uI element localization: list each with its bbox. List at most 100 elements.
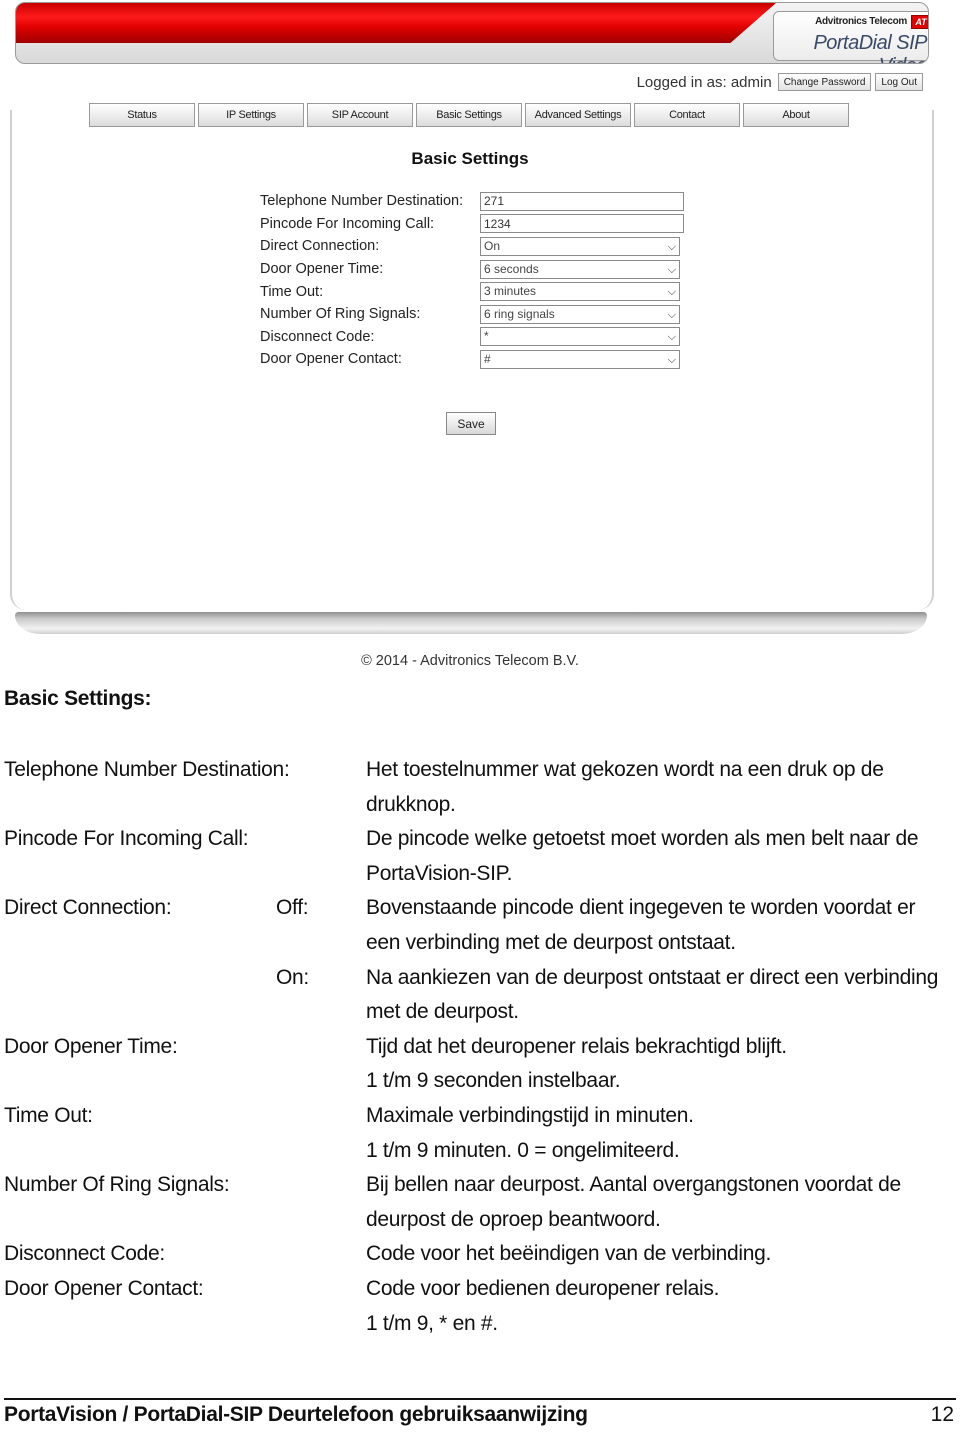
field-label: Time Out: [260, 283, 324, 300]
session-bar: Logged in as: admin Change Password Log … [637, 73, 923, 91]
field-label: Door Opener Contact: [260, 351, 402, 368]
footer-divider [4, 1398, 956, 1400]
disconnect-code-select[interactable]: * ⌵ [480, 327, 680, 347]
description-term: Door Opener Time: [4, 1034, 178, 1058]
description-line: PortaVision-SIP. [4, 859, 960, 894]
description-text: Code voor het beëindigen van de verbindi… [366, 1242, 772, 1266]
direct-connection-select[interactable]: On ⌵ [480, 236, 680, 256]
chevron-down-icon: ⌵ [667, 353, 676, 366]
chevron-down-icon: ⌵ [667, 240, 676, 253]
door-opener-time-select[interactable]: 6 seconds ⌵ [480, 259, 680, 279]
description-option: On: [276, 965, 309, 989]
tab-ip-settings[interactable]: IP Settings [198, 103, 304, 127]
description-line: met de deurpost. [4, 997, 960, 1032]
page-number: 12 [930, 1403, 954, 1426]
app-header: Advitronics Telecom AT PortaDial SIP Vid… [15, 2, 929, 64]
description-line: Number Of Ring Signals: Bij bellen naar d… [4, 1170, 960, 1205]
main-nav: Status IP Settings SIP Account Basic Set… [89, 103, 849, 127]
tab-advanced-settings[interactable]: Advanced Settings [525, 103, 631, 127]
ring-signals-select[interactable]: 6 ring signals ⌵ [480, 304, 680, 324]
description-line: Pincode For Incoming Call: De pincode wel… [4, 824, 960, 859]
field-label: Telephone Number Destination: [260, 193, 464, 210]
description-text: 1 t/m 9 seconden instelbaar. [366, 1069, 621, 1093]
description-term: Pincode For Incoming Call: [4, 827, 249, 851]
company-badge-icon: AT [911, 15, 928, 29]
panel-footer-bar [15, 612, 927, 634]
field-door-opener-contact: Door Opener Contact: # ⌵ [260, 348, 684, 371]
description-line: 1 t/m 9 minuten. 0 = ongelimiteerd. [4, 1136, 960, 1171]
field-door-opener-time: Door Opener Time: 6 seconds ⌵ [260, 258, 684, 281]
field-direct-connection: Direct Connection: On ⌵ [260, 235, 684, 258]
field-label: Disconnect Code: [260, 328, 375, 345]
chevron-down-icon: ⌵ [667, 308, 676, 321]
field-label: Pincode For Incoming Call: [260, 215, 435, 232]
logged-in-label: Logged in as: admin [636, 73, 772, 91]
select-value: 6 seconds [484, 261, 539, 276]
description-text: Bij bellen naar deurpost. Aantal overgan… [366, 1173, 901, 1197]
field-label: Direct Connection: [260, 238, 380, 255]
product-name: PortaDial SIP Video [813, 32, 927, 63]
description-text: Bovenstaande pincode dient ingegeven te … [366, 896, 916, 920]
tab-status[interactable]: Status [89, 103, 195, 127]
description-text: 1 t/m 9 minuten. 0 = ongelimiteerd. [366, 1138, 680, 1162]
brand-logo: Advitronics Telecom AT PortaDial SIP Vid… [773, 11, 928, 63]
change-password-button[interactable]: Change Password [777, 73, 872, 91]
save-button[interactable]: Save [446, 412, 496, 435]
description-term: Number Of Ring Signals: [4, 1173, 230, 1197]
description-text: Tijd dat het deuropener relais bekrachti… [366, 1034, 787, 1058]
description-text: Na aankiezen van de deurpost ontstaat er… [366, 965, 939, 989]
select-value: # [484, 351, 491, 366]
description-term: Door Opener Contact: [4, 1276, 204, 1300]
description-term: Telephone Number Destination: [4, 758, 290, 781]
description-line: deurpost de oproep beantwoord. [4, 1205, 960, 1240]
chevron-down-icon: ⌵ [667, 263, 676, 276]
time-out-select[interactable]: 3 minutes ⌵ [480, 282, 680, 302]
description-term: Disconnect Code: [4, 1242, 165, 1266]
field-time-out: Time Out: 3 minutes ⌵ [260, 280, 684, 303]
description-text: drukknop. [366, 792, 456, 816]
description-line: On: Na aankiezen van de deurpost ontstaat… [4, 963, 960, 998]
section-heading: Basic Settings: [4, 687, 152, 710]
telephone-number-input[interactable] [480, 191, 684, 211]
tab-basic-settings[interactable]: Basic Settings [416, 103, 522, 127]
field-pincode-incoming-call: Pincode For Incoming Call: [260, 213, 684, 236]
logout-button[interactable]: Log Out [875, 73, 923, 91]
tab-about[interactable]: About [743, 103, 849, 127]
field-label: Door Opener Time: [260, 261, 384, 278]
description-line: 1 t/m 9, * en #. [4, 1309, 960, 1344]
settings-description-list: Telephone Number Destination: Het toestel… [4, 755, 960, 1343]
description-text: PortaVision-SIP. [366, 861, 513, 885]
description-line: Telephone Number Destination: Het toestel… [4, 755, 960, 790]
chevron-down-icon: ⌵ [667, 331, 676, 344]
copyright-text: © 2014 - Advitronics Telecom B.V. [361, 653, 579, 669]
description-option: Off: [276, 896, 309, 920]
document-footer-title: PortaVision / PortaDial-SIP Deurtelefoon… [4, 1403, 588, 1426]
description-line: 1 t/m 9 seconden instelbaar. [4, 1066, 960, 1101]
field-disconnect-code: Disconnect Code: * ⌵ [260, 326, 684, 349]
tab-sip-account[interactable]: SIP Account [307, 103, 413, 127]
tab-contact[interactable]: Contact [634, 103, 740, 127]
description-line: Door Opener Contact: Code voor bedienen d… [4, 1274, 960, 1309]
select-value: 6 ring signals [484, 306, 555, 321]
header-red-stripe [16, 3, 776, 43]
field-telephone-number-destination: Telephone Number Destination: [260, 190, 684, 213]
description-line: Door Opener Time: Tijd dat het deuropener… [4, 1032, 960, 1067]
field-label: Number Of Ring Signals: [260, 306, 421, 323]
select-value: * [484, 329, 489, 344]
description-line: een verbinding met de deurpost ontstaat. [4, 928, 960, 963]
description-text: deurpost de oproep beantwoord. [366, 1207, 661, 1231]
page-title: Basic Settings [411, 149, 529, 168]
description-term: Direct Connection: [4, 896, 172, 920]
description-text: De pincode welke getoetst moet worden al… [366, 827, 919, 851]
description-text: een verbinding met de deurpost ontstaat. [366, 930, 736, 954]
description-text: Code voor bedienen deuropener relais. [366, 1276, 720, 1300]
description-text: met de deurpost. [366, 1000, 519, 1024]
company-name: Advitronics Telecom [815, 16, 907, 27]
pincode-input[interactable] [480, 214, 684, 234]
chevron-down-icon: ⌵ [667, 286, 676, 299]
description-text: Het toestelnummer wat gekozen wordt na e… [366, 758, 884, 781]
basic-settings-form: Telephone Number Destination: Pincode Fo… [260, 190, 684, 371]
description-text: Maximale verbindingstijd in minuten. [366, 1103, 694, 1127]
door-opener-contact-select[interactable]: # ⌵ [480, 349, 680, 369]
description-line: Direct Connection: Off: Bovenstaande pinco… [4, 893, 960, 928]
